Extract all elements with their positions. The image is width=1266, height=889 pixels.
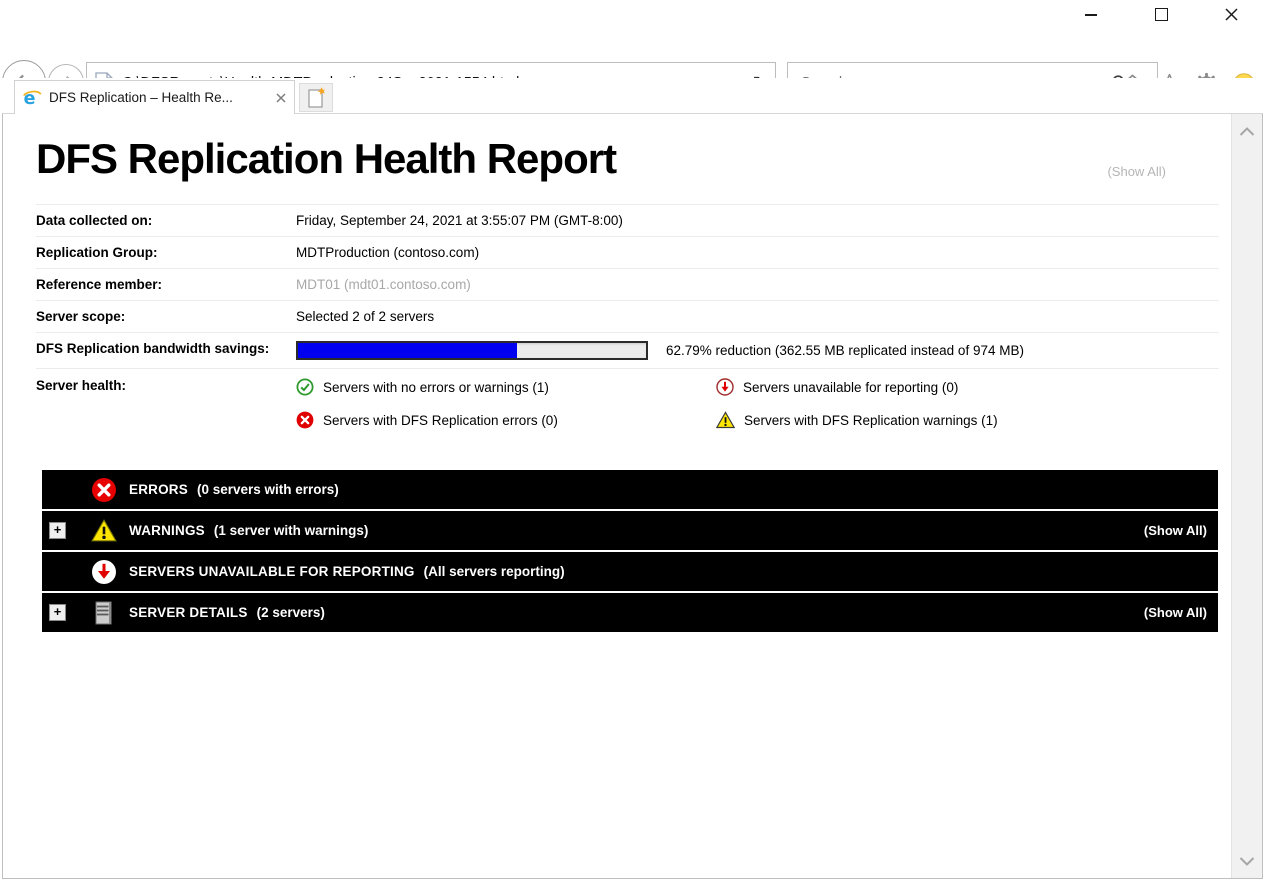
window-controls bbox=[1056, 0, 1266, 29]
tab-dfs-replication-health-report[interactable]: e DFS Replication – Health Re... bbox=[14, 80, 295, 114]
section-server-details[interactable]: + SERVER DETAILS (2 servers) (Show All) bbox=[42, 593, 1218, 632]
show-all-link[interactable]: (Show All) bbox=[1144, 523, 1207, 538]
section-label: SERVER DETAILS bbox=[129, 605, 248, 620]
row-label: Server scope: bbox=[36, 309, 296, 324]
row-label: Data collected on: bbox=[36, 213, 296, 228]
unavailable-icon bbox=[716, 378, 734, 396]
warning-icon bbox=[716, 411, 735, 429]
vertical-scrollbar[interactable] bbox=[1231, 114, 1262, 878]
health-item-text: Servers unavailable for reporting (0) bbox=[743, 380, 958, 395]
health-item-errors: Servers with DFS Replication errors (0) bbox=[296, 411, 716, 429]
row-server-health: Server health: Servers with no errors or… bbox=[36, 368, 1219, 443]
health-item-text: Servers with DFS Replication errors (0) bbox=[323, 413, 558, 428]
navigation-bar: e ▾ ↻ ▾ bbox=[0, 29, 1266, 78]
row-value: Selected 2 of 2 servers bbox=[296, 309, 434, 324]
page-viewport: DFS Replication Health Report (Show All)… bbox=[2, 113, 1263, 879]
expand-icon[interactable]: + bbox=[49, 522, 66, 539]
chevron-down-icon bbox=[1239, 857, 1255, 866]
titlebar bbox=[0, 0, 1266, 29]
bandwidth-summary: 62.79% reduction (362.55 MB replicated i… bbox=[666, 343, 1024, 358]
row-value: MDTProduction (contoso.com) bbox=[296, 245, 479, 260]
tab-close-icon[interactable] bbox=[276, 93, 286, 103]
row-replication-group: Replication Group: MDTProduction (contos… bbox=[36, 236, 1219, 268]
minimize-icon bbox=[1085, 14, 1097, 16]
error-circle-icon bbox=[91, 477, 117, 503]
maximize-icon bbox=[1155, 8, 1168, 21]
show-all-link-top[interactable]: (Show All) bbox=[1107, 164, 1166, 179]
bandwidth-progress-fill bbox=[298, 343, 517, 358]
unavailable-circle-icon bbox=[91, 559, 117, 585]
health-item-unavailable: Servers unavailable for reporting (0) bbox=[716, 378, 998, 396]
row-label: DFS Replication bandwidth savings: bbox=[36, 341, 296, 356]
section-detail: (0 servers with errors) bbox=[197, 482, 339, 497]
chevron-up-icon bbox=[1239, 127, 1255, 136]
tab-title: DFS Replication – Health Re... bbox=[49, 90, 276, 105]
health-item-text: Servers with no errors or warnings (1) bbox=[323, 380, 549, 395]
report-page: DFS Replication Health Report (Show All)… bbox=[3, 114, 1231, 878]
tab-bar: e DFS Replication – Health Re... bbox=[0, 78, 1266, 114]
row-label: Replication Group: bbox=[36, 245, 296, 260]
browser-window: e ▾ ↻ ▾ bbox=[0, 0, 1266, 889]
row-data-collected: Data collected on: Friday, September 24,… bbox=[36, 204, 1219, 236]
row-server-scope: Server scope: Selected 2 of 2 servers bbox=[36, 300, 1219, 332]
report-sections: + ERRORS (0 servers with errors) + bbox=[42, 470, 1218, 632]
row-label: Server health: bbox=[36, 378, 296, 393]
error-icon bbox=[296, 411, 314, 429]
bandwidth-progress-bar bbox=[296, 341, 648, 360]
section-warnings[interactable]: + WARNINGS (1 server with warnings) (Sho… bbox=[42, 511, 1218, 550]
show-all-link[interactable]: (Show All) bbox=[1144, 605, 1207, 620]
scroll-up-button[interactable] bbox=[1232, 114, 1262, 148]
health-item-text: Servers with DFS Replication warnings (1… bbox=[744, 413, 998, 428]
page-title: DFS Replication Health Report bbox=[36, 134, 656, 184]
ie-favicon: e bbox=[22, 88, 42, 108]
health-item-ok: Servers with no errors or warnings (1) bbox=[296, 378, 716, 396]
new-tab-button[interactable] bbox=[299, 83, 333, 112]
server-icon bbox=[92, 600, 116, 626]
section-detail: (1 server with warnings) bbox=[214, 523, 369, 538]
maximize-button[interactable] bbox=[1126, 0, 1196, 29]
row-label: Reference member: bbox=[36, 277, 296, 292]
section-detail: (2 servers) bbox=[257, 605, 325, 620]
section-servers-unavailable[interactable]: + SERVERS UNAVAILABLE FOR REPORTING (All… bbox=[42, 552, 1218, 591]
expand-icon[interactable]: + bbox=[49, 604, 66, 621]
report-info-table: Data collected on: Friday, September 24,… bbox=[36, 204, 1219, 443]
section-detail: (All servers reporting) bbox=[424, 564, 565, 579]
row-reference-member: Reference member: MDT01 (mdt01.contoso.c… bbox=[36, 268, 1219, 300]
scroll-down-button[interactable] bbox=[1232, 844, 1262, 878]
ok-icon bbox=[296, 378, 314, 396]
section-errors[interactable]: + ERRORS (0 servers with errors) bbox=[42, 470, 1218, 509]
section-label: WARNINGS bbox=[129, 523, 205, 538]
row-value: MDT01 (mdt01.contoso.com) bbox=[296, 277, 471, 292]
new-tab-icon bbox=[308, 87, 325, 108]
warning-triangle-icon bbox=[91, 518, 117, 543]
row-value: Friday, September 24, 2021 at 3:55:07 PM… bbox=[296, 213, 623, 228]
close-button[interactable] bbox=[1196, 0, 1266, 29]
section-label: ERRORS bbox=[129, 482, 188, 497]
health-item-warnings: Servers with DFS Replication warnings (1… bbox=[716, 411, 998, 429]
close-icon bbox=[1225, 8, 1238, 21]
section-label: SERVERS UNAVAILABLE FOR REPORTING bbox=[129, 564, 415, 579]
minimize-button[interactable] bbox=[1056, 0, 1126, 29]
row-bandwidth-savings: DFS Replication bandwidth savings: 62.79… bbox=[36, 332, 1219, 368]
